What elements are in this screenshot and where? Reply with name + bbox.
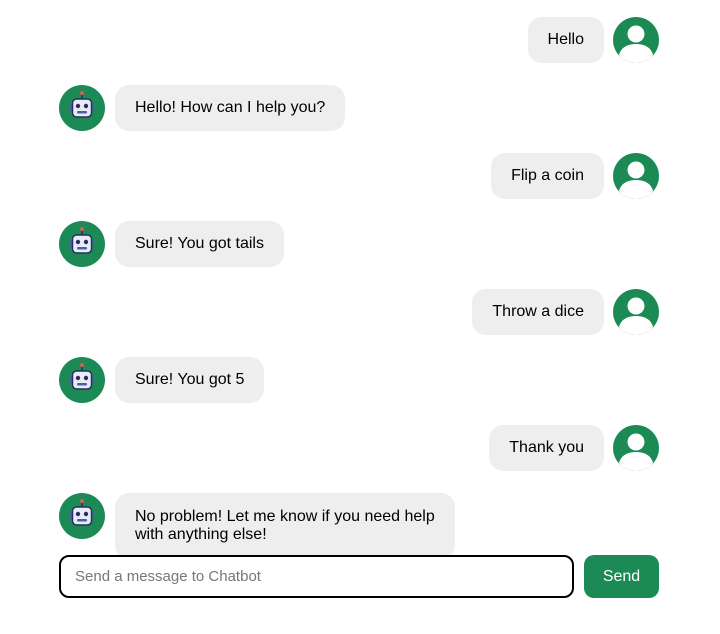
user-icon [613,425,659,471]
chat-message-bot: No problem! Let me know if you need help… [59,493,455,559]
robot-icon [59,85,105,131]
message-bubble: Sure! You got tails [115,221,284,267]
user-icon [613,289,659,335]
message-bubble: Throw a dice [472,289,604,335]
chat-message-bot: Hello! How can I help you? [59,85,346,131]
chat-message-user: Throw a dice [472,289,659,335]
message-bubble: No problem! Let me know if you need help… [115,493,455,559]
chat-message-user: Flip a coin [491,153,659,199]
send-button[interactable]: Send [584,555,659,598]
robot-icon [59,357,105,403]
message-bubble: Thank you [489,425,604,471]
chat-window: Hello Hello! How can I help you? Flip a … [0,0,720,634]
message-input[interactable] [59,555,574,598]
message-bubble: Flip a coin [491,153,604,199]
user-icon [613,17,659,63]
chat-message-bot: Sure! You got 5 [59,357,265,403]
message-bubble: Hello! How can I help you? [115,85,346,131]
user-icon [613,153,659,199]
chat-message-user: Thank you [489,425,659,471]
message-bubble: Hello [527,17,604,63]
message-composer: Send [59,555,659,598]
robot-icon [59,493,105,539]
robot-icon [59,221,105,267]
chat-message-user: Hello [527,17,659,63]
message-bubble: Sure! You got 5 [115,357,265,403]
chat-message-bot: Sure! You got tails [59,221,284,267]
